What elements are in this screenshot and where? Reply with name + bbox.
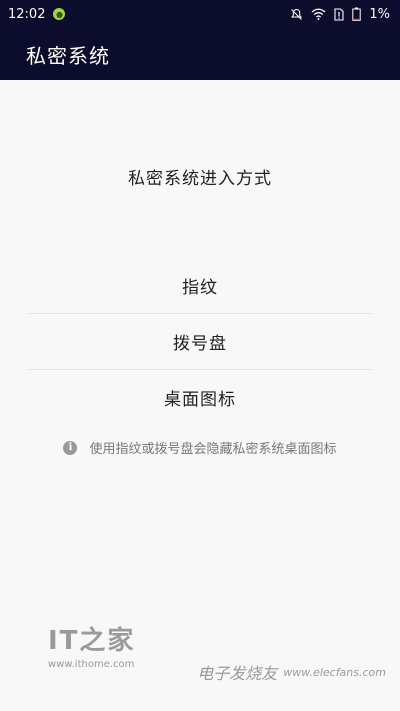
info-icon: i	[63, 440, 78, 455]
status-bar-right: 1%	[290, 7, 390, 22]
wifi-icon	[311, 8, 326, 20]
notification-app-icon: ●	[53, 8, 66, 20]
section-title: 私密系统进入方式	[128, 169, 272, 189]
page-title: 私密系统	[26, 43, 110, 68]
ithome-logo: IT之家	[48, 626, 136, 656]
battery-icon	[352, 7, 362, 21]
mute-icon	[290, 8, 303, 21]
status-time: 12:02	[8, 6, 46, 22]
status-bar: 12:02 ● 1%	[0, 0, 400, 28]
elecfans-url: www.elecfans.com	[283, 665, 386, 679]
option-desktop-icon[interactable]: 桌面图标	[28, 370, 372, 425]
option-fingerprint[interactable]: 指纹	[28, 258, 372, 314]
ithome-watermark: IT之家 www.ithome.com	[48, 620, 135, 670]
sim-icon	[334, 7, 344, 21]
elecfans-logo: 电子发烧友	[197, 664, 278, 683]
app-bar: 私密系统	[0, 28, 400, 80]
status-bar-left: 12:02 ●	[8, 6, 66, 22]
elecfans-watermark: 电子发烧友 www.elecfans.com	[197, 660, 386, 684]
ithome-url: www.ithome.com	[48, 659, 135, 670]
entry-method-list: 指纹 拨号盘 桌面图标	[28, 258, 372, 425]
hint-row: i 使用指纹或拨号盘会隐藏私密系统桌面图标	[0, 438, 400, 457]
battery-percent: 1%	[369, 6, 390, 22]
hint-text: 使用指纹或拨号盘会隐藏私密系统桌面图标	[89, 442, 337, 457]
option-dialpad[interactable]: 拨号盘	[28, 314, 372, 370]
